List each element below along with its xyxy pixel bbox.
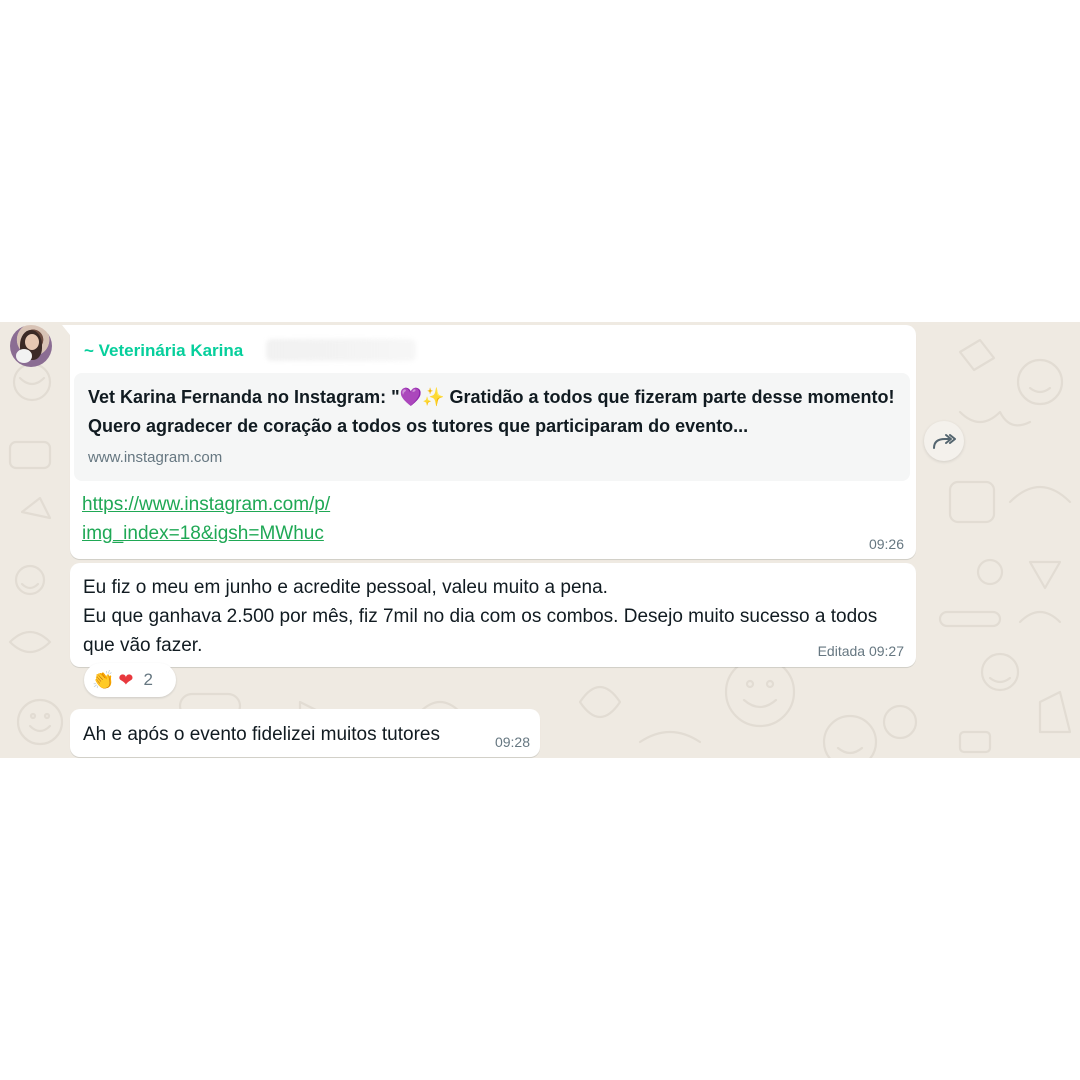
heart-emoji-icon: ❤: [118, 669, 134, 691]
preview-title-start: Vet Karina Fernanda no Instagram: ": [88, 387, 400, 407]
link-preview-domain: www.instagram.com: [88, 449, 223, 466]
message-bubble-link[interactable]: ~ Veterinária Karina Vet Karina Fernanda…: [62, 325, 916, 559]
link-preview-card[interactable]: Vet Karina Fernanda no Instagram: "💜✨ Gr…: [74, 373, 910, 481]
avatar-dog: [16, 349, 32, 363]
clap-emoji-icon: 👏: [92, 669, 115, 691]
preview-emoji: 💜✨: [399, 387, 445, 408]
forward-icon: [933, 434, 956, 449]
message-link-line-2[interactable]: img_index=18&igsh=MWhuc: [82, 523, 364, 545]
sender-name[interactable]: ~ Veterinária Karina: [84, 341, 243, 361]
reaction-count: 2: [143, 670, 153, 689]
message-link-line-1[interactable]: https://www.instagram.com/p/: [82, 494, 352, 516]
message-line-2: Eu que ganhava 2.500 por mês, fiz 7mil n…: [83, 606, 878, 656]
message-text: Eu fiz o meu em junho e acredite pessoal…: [83, 573, 903, 660]
message-timestamp-edited: Editada 09:27: [817, 643, 904, 659]
message-bubble-text[interactable]: Eu fiz o meu em junho e acredite pessoal…: [70, 563, 916, 667]
sender-phone-blurred: [266, 339, 416, 361]
forward-button[interactable]: [924, 421, 964, 461]
message-timestamp: 09:28: [494, 734, 530, 750]
link-preview-title: Vet Karina Fernanda no Instagram: "💜✨ Gr…: [88, 383, 896, 441]
message-bubble-text-short[interactable]: Ah e após o evento fidelizei muitos tuto…: [70, 709, 540, 757]
message-text: Ah e após o evento fidelizei muitos tuto…: [83, 724, 440, 745]
message-timestamp: 09:26: [868, 536, 904, 552]
sender-avatar[interactable]: [10, 325, 52, 367]
message-line-1: Eu fiz o meu em junho e acredite pessoal…: [83, 577, 608, 598]
avatar-face: [25, 334, 39, 350]
message-reactions[interactable]: 👏 ❤ 2: [84, 663, 176, 697]
